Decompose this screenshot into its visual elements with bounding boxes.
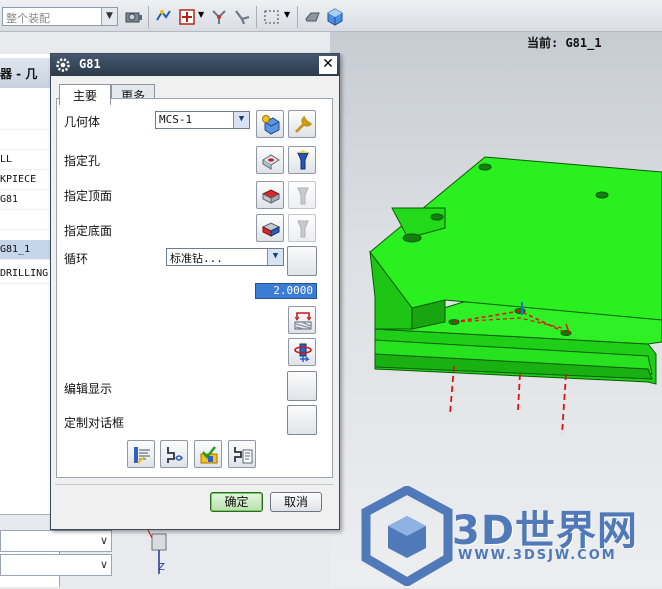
- specify-holes-label: 指定孔: [64, 154, 101, 168]
- flashlight-icon: [297, 220, 309, 238]
- wcs-axis-triad: Z X: [144, 520, 172, 576]
- replay-toolpath-button[interactable]: [160, 440, 188, 468]
- site-logo-icon: [361, 486, 453, 586]
- chevron-down-icon[interactable]: ▼: [267, 249, 283, 265]
- geometry-select[interactable]: MCS-1 ▼: [155, 111, 250, 129]
- new-geometry-icon: [262, 115, 280, 135]
- display-bottom-button[interactable]: [288, 214, 316, 242]
- minimum-clearance-field[interactable]: 2.0000: [255, 283, 317, 299]
- geometry-label: 几何体: [64, 115, 101, 129]
- verify-icon: [200, 446, 218, 464]
- edit-display-label: 编辑显示: [64, 382, 113, 396]
- cycle-type-value: 标准钻...: [170, 252, 223, 265]
- list-icon: [234, 447, 253, 464]
- edit-display-button[interactable]: [287, 371, 317, 401]
- cancel-button[interactable]: 取消: [270, 492, 322, 512]
- reverse-direction-button[interactable]: [288, 338, 316, 366]
- navigator-dropdown-2[interactable]: ∨: [0, 554, 112, 576]
- close-icon[interactable]: ✕: [319, 56, 337, 74]
- chevron-down-icon[interactable]: ▼: [101, 8, 117, 25]
- flashlight-icon: [297, 150, 309, 170]
- site-logo-url: WWW.3DSJW.COM: [458, 548, 617, 563]
- toolbar-divider: [297, 6, 298, 28]
- hole-select-icon: [262, 154, 280, 170]
- main-toolbar: 整个装配 ▼ ▼ ▼: [0, 0, 662, 32]
- ok-button[interactable]: 确定: [210, 492, 263, 512]
- top-face-icon: [261, 189, 281, 204]
- toolbar-divider: [256, 6, 257, 28]
- dialog-footer-divider: [55, 484, 333, 485]
- cycle-label: 循环: [64, 252, 89, 266]
- specify-top-label: 指定顶面: [64, 189, 113, 203]
- display-top-button[interactable]: [288, 181, 316, 209]
- chevron-down-icon[interactable]: ▼: [233, 112, 249, 128]
- assembly-filter-select[interactable]: 整个装配 ▼: [2, 7, 118, 26]
- custom-dialog-button[interactable]: [287, 405, 317, 435]
- snap-point-icon[interactable]: [154, 7, 174, 27]
- tool-axis-icon: [294, 343, 312, 362]
- selection-box-icon[interactable]: [262, 7, 282, 27]
- bottom-face-icon: [261, 222, 281, 237]
- replay-icon: [167, 447, 184, 463]
- edit-cycle-parameters-button[interactable]: [287, 246, 317, 276]
- avoid-button[interactable]: [288, 306, 316, 334]
- current-operation-status: 当前: G81_1: [527, 36, 602, 50]
- chevron-down-icon[interactable]: ∨: [100, 534, 108, 547]
- assembly-filter-value: 整个装配: [6, 12, 50, 25]
- specify-top-button[interactable]: [256, 181, 284, 209]
- edit-geometry-button[interactable]: [288, 110, 316, 138]
- new-geometry-button[interactable]: [256, 110, 284, 138]
- specify-bottom-button[interactable]: [256, 214, 284, 242]
- selection-dropdown-chevron-icon[interactable]: ▼: [284, 10, 290, 19]
- avoid-icon: [294, 312, 312, 330]
- point-constraint-icon[interactable]: [209, 7, 229, 27]
- cube-icon[interactable]: [325, 7, 345, 27]
- chevron-down-icon[interactable]: ∨: [100, 558, 108, 571]
- dialog-title-bar[interactable]: G81 ✕: [51, 54, 339, 76]
- list-toolpath-button[interactable]: [228, 440, 256, 468]
- gear-icon[interactable]: [54, 56, 72, 74]
- flashlight-icon: [297, 187, 309, 205]
- toolbar-divider: [148, 6, 149, 28]
- camera-icon[interactable]: [124, 7, 144, 27]
- shaded-icon[interactable]: [303, 7, 323, 27]
- specify-holes-button[interactable]: [256, 146, 284, 174]
- wrench-icon: [295, 115, 313, 133]
- geometry-select-value: MCS-1: [159, 113, 193, 126]
- specify-bottom-label: 指定底面: [64, 224, 113, 238]
- display-holes-button[interactable]: [288, 146, 316, 174]
- z-axis-label: Z: [158, 562, 165, 573]
- navigator-dropdown-1[interactable]: ∨: [0, 530, 112, 552]
- snap-dropdown-chevron-icon[interactable]: ▼: [198, 10, 204, 19]
- cycle-type-select[interactable]: 标准钻... ▼: [166, 248, 284, 266]
- generate-toolpath-button[interactable]: [127, 440, 155, 468]
- dialog-title: G81: [79, 57, 101, 71]
- verify-toolpath-button[interactable]: [194, 440, 222, 468]
- move-icon[interactable]: [232, 7, 252, 27]
- point-dialog-icon[interactable]: [177, 7, 197, 27]
- tab-main[interactable]: 主要: [59, 84, 111, 105]
- custom-dialog-label: 定制对话框: [64, 416, 125, 430]
- generate-icon: [134, 447, 150, 464]
